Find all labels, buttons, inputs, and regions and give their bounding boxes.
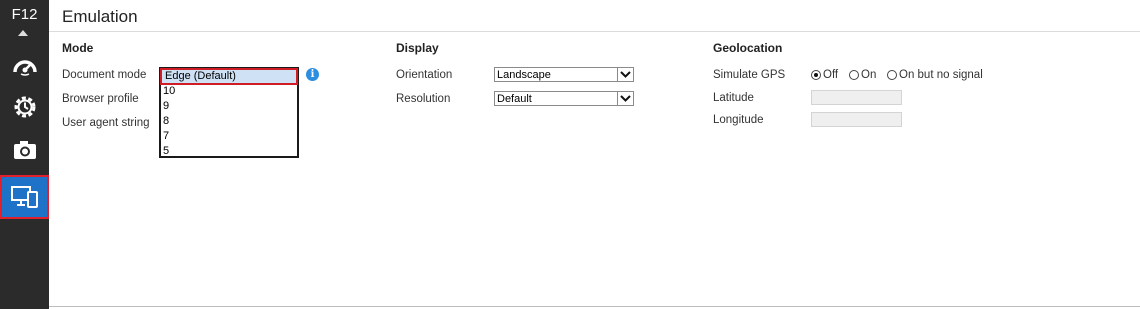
- radio-icon: [849, 70, 859, 80]
- browser-profile-label: Browser profile: [62, 93, 139, 105]
- page-title: Emulation: [62, 7, 138, 26]
- gps-no-signal-radio[interactable]: On but no signal: [887, 69, 983, 81]
- sidebar-item-performance[interactable]: [3, 48, 46, 84]
- orientation-value: Landscape: [497, 69, 551, 81]
- gps-on-label: On: [861, 69, 877, 81]
- radio-icon: [887, 70, 897, 80]
- sidebar-item-emulation[interactable]: [0, 175, 49, 219]
- timer-settings-icon: [14, 96, 35, 118]
- user-agent-label: User agent string: [62, 117, 150, 129]
- chevron-down-icon: [617, 91, 633, 106]
- info-icon[interactable]: i: [306, 68, 319, 81]
- latitude-input[interactable]: [811, 90, 902, 105]
- orientation-select[interactable]: Landscape: [494, 67, 634, 82]
- title-divider: [49, 31, 1140, 32]
- resolution-select[interactable]: Default: [494, 91, 634, 106]
- sidebar: F12: [0, 0, 49, 309]
- gps-off-label: Off: [823, 69, 839, 81]
- document-mode-dropdown-list[interactable]: Edge (Default) 10 9 8 7 5: [159, 67, 299, 158]
- performance-gauge-icon: [12, 60, 37, 76]
- f12-label: F12: [11, 6, 38, 23]
- geolocation-heading: Geolocation: [713, 41, 783, 55]
- sidebar-item-timer[interactable]: [3, 89, 46, 125]
- chevron-down-icon: [617, 67, 633, 82]
- sidebar-item-screenshot[interactable]: [3, 132, 46, 168]
- document-mode-option[interactable]: 10: [163, 84, 175, 99]
- longitude-input[interactable]: [811, 112, 902, 127]
- document-mode-option[interactable]: 5: [163, 144, 169, 159]
- mode-heading: Mode: [62, 41, 94, 55]
- gps-on-radio[interactable]: On: [849, 69, 876, 81]
- document-mode-label: Document mode: [62, 69, 147, 81]
- emulation-panel: Emulation Mode Document mode Browser pro…: [49, 0, 1140, 309]
- simulate-gps-label: Simulate GPS: [713, 69, 786, 81]
- resolution-label: Resolution: [396, 93, 451, 105]
- display-heading: Display: [396, 41, 439, 55]
- gps-off-radio[interactable]: Off: [811, 69, 838, 81]
- document-mode-option[interactable]: 7: [163, 129, 169, 144]
- document-mode-option[interactable]: 8: [163, 114, 169, 129]
- document-mode-option[interactable]: 9: [163, 99, 169, 114]
- camera-icon: [13, 141, 36, 159]
- resolution-value: Default: [497, 93, 532, 105]
- latitude-label: Latitude: [713, 92, 754, 104]
- document-mode-option[interactable]: Edge (Default): [160, 68, 298, 85]
- orientation-label: Orientation: [396, 69, 453, 81]
- bottom-divider: [49, 306, 1140, 307]
- emulation-devices-icon: [10, 186, 38, 208]
- collapse-arrow-icon[interactable]: [18, 30, 28, 36]
- gps-no-signal-label: On but no signal: [899, 69, 983, 81]
- radio-selected-icon: [811, 70, 821, 80]
- longitude-label: Longitude: [713, 114, 764, 126]
